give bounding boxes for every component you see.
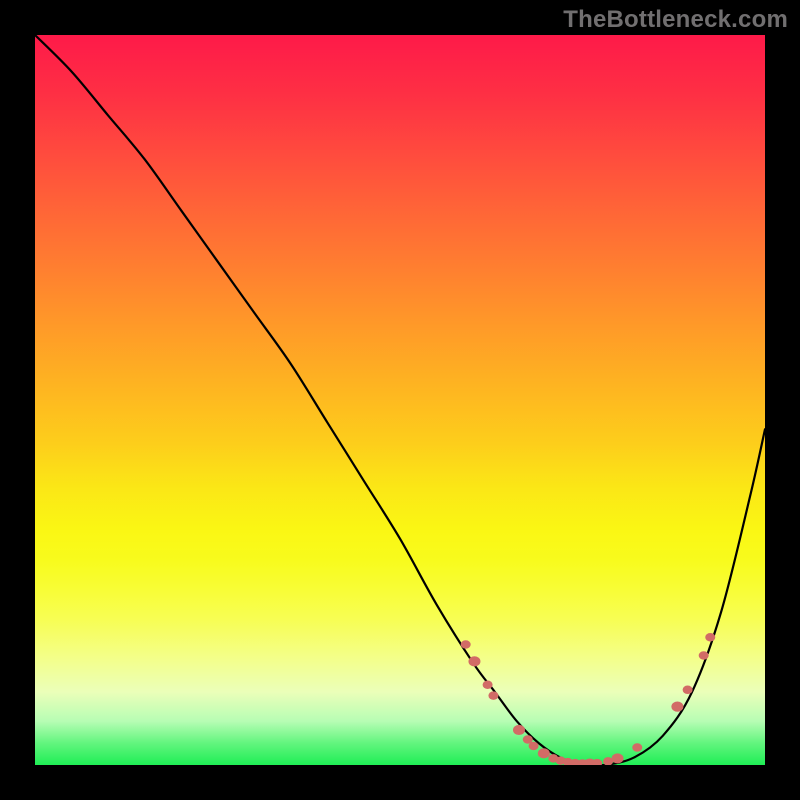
plot-area: [35, 35, 765, 765]
watermark-text: TheBottleneck.com: [563, 6, 788, 34]
gradient-background: [35, 35, 765, 765]
chart-frame: TheBottleneck.com: [0, 0, 800, 800]
